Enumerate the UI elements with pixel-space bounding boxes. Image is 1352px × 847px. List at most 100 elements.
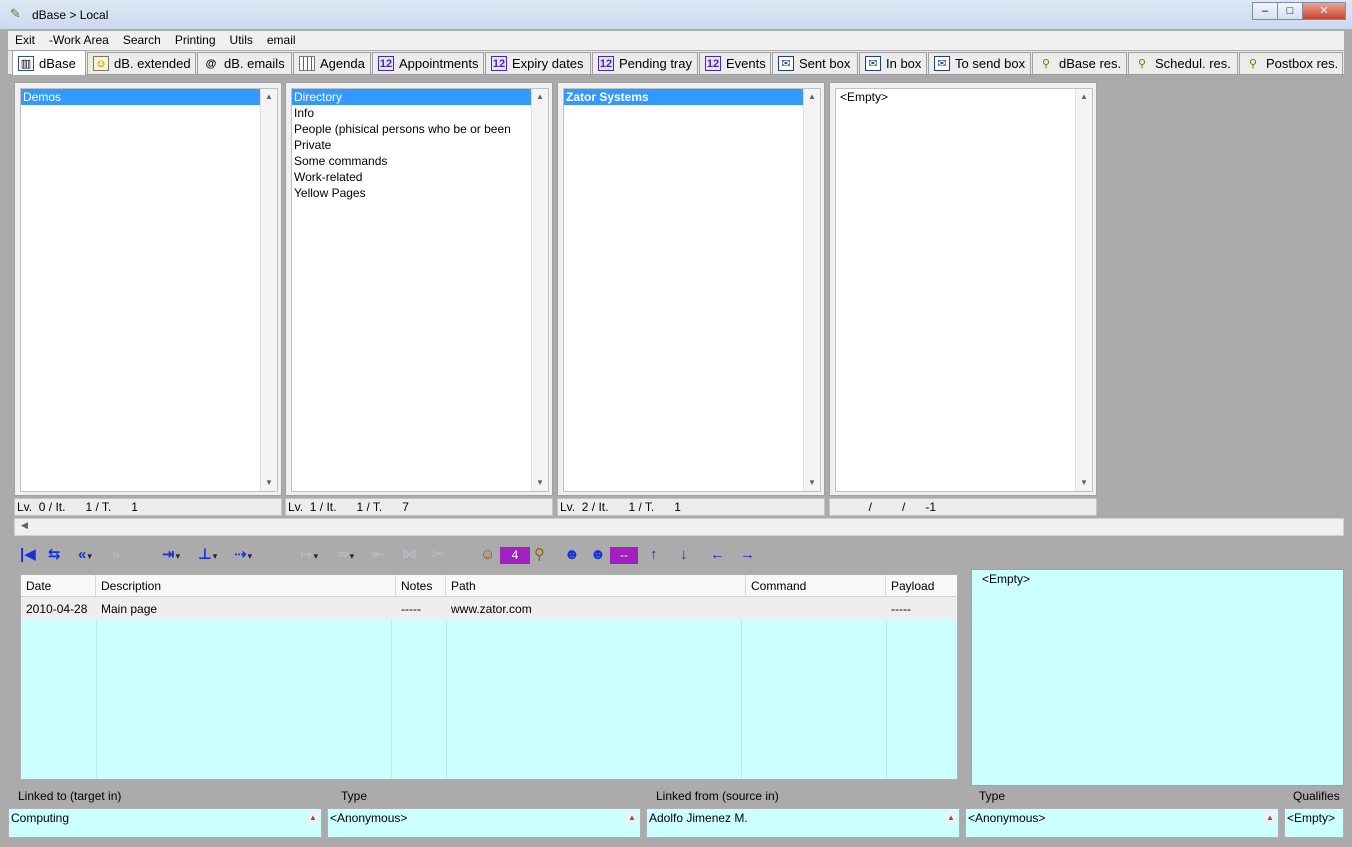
maximize-button[interactable]: □ bbox=[1277, 2, 1303, 20]
close-button[interactable]: ✕ bbox=[1302, 2, 1346, 20]
qualifies-label: Qualifies bbox=[1293, 789, 1340, 803]
arrow-up-icon[interactable]: ↑ bbox=[650, 546, 658, 564]
scroll-up-arrow-icon[interactable]: ▲ bbox=[261, 89, 277, 105]
scrollbar[interactable]: ▲ ▼ bbox=[803, 89, 820, 491]
column-header-description[interactable]: Description bbox=[96, 575, 396, 597]
table-cell-description: Main page bbox=[101, 602, 158, 616]
column-divider bbox=[96, 620, 97, 779]
list-item[interactable]: Directory bbox=[292, 89, 532, 105]
search-magnifier-icon: ⚲ bbox=[1041, 58, 1051, 70]
tab-db-emails[interactable]: @ dB. emails bbox=[197, 52, 292, 74]
scroll-up-arrow-icon[interactable]: ▲ bbox=[1264, 812, 1276, 824]
minimize-button[interactable]: – bbox=[1252, 2, 1278, 20]
qualifies-field[interactable]: <Empty> bbox=[1284, 808, 1344, 838]
menu-exit[interactable]: Exit bbox=[8, 31, 42, 50]
column-list-4[interactable]: <Empty> ▲ ▼ bbox=[835, 88, 1093, 492]
anchor-down-icon[interactable]: ⊥ bbox=[198, 546, 217, 564]
column-list-1[interactable]: Demos ▲ ▼ bbox=[20, 88, 278, 492]
link-out-icon[interactable]: ⇥ bbox=[162, 546, 180, 564]
memo-panel[interactable]: <Empty> bbox=[971, 569, 1344, 786]
user-down-icon[interactable]: ☻ bbox=[590, 546, 606, 564]
list-item[interactable]: Work-related bbox=[292, 169, 548, 185]
user-up-icon[interactable]: ☻ bbox=[564, 546, 580, 564]
scroll-down-arrow-icon[interactable]: ▼ bbox=[532, 475, 548, 491]
list-item[interactable]: Info bbox=[292, 105, 548, 121]
tab-db-extended[interactable]: ☺ dB. extended bbox=[87, 52, 196, 74]
arrow-left-icon[interactable]: ← bbox=[710, 546, 725, 564]
column-divider bbox=[446, 620, 447, 779]
tab-sent-box[interactable]: ✉ Sent box bbox=[772, 52, 858, 74]
menu-printing[interactable]: Printing bbox=[168, 31, 223, 50]
tab-expiry-dates[interactable]: 12 Expiry dates bbox=[485, 52, 591, 74]
tab-to-send-box[interactable]: ✉ To send box bbox=[928, 52, 1031, 74]
scroll-up-arrow-icon[interactable]: ▲ bbox=[307, 812, 319, 824]
branch-icon[interactable]: ⇏ bbox=[336, 546, 354, 564]
type-field-1[interactable]: <Anonymous> ▲ bbox=[327, 808, 641, 838]
links-table[interactable]: Date Description Notes Path Command Payl… bbox=[20, 574, 958, 780]
scroll-up-arrow-icon[interactable]: ▲ bbox=[1076, 89, 1092, 105]
swap-arrows-icon[interactable]: ⇆ bbox=[48, 546, 61, 564]
scroll-up-arrow-icon[interactable]: ▲ bbox=[945, 812, 957, 824]
tab-pending-tray[interactable]: 12 Pending tray bbox=[592, 52, 698, 74]
tab-postbox-res[interactable]: ⚲ Postbox res. bbox=[1239, 52, 1343, 74]
menu-work-area[interactable]: -Work Area bbox=[42, 31, 116, 50]
list-item[interactable]: Zator Systems bbox=[564, 89, 804, 105]
contact-card-icon[interactable]: ☺ bbox=[480, 546, 495, 564]
list-item[interactable]: Demos bbox=[21, 89, 261, 105]
menu-email[interactable]: email bbox=[260, 31, 303, 50]
scroll-left-arrow-icon[interactable]: ◀ bbox=[21, 520, 28, 531]
envelope-icon: ✉ bbox=[778, 56, 794, 71]
scroll-up-arrow-icon[interactable]: ▲ bbox=[804, 89, 820, 105]
list-item[interactable]: Yellow Pages bbox=[292, 185, 548, 201]
table-row[interactable]: 2010-04-28 Main page ----- www.zator.com… bbox=[21, 598, 957, 620]
first-record-icon[interactable]: |◀ bbox=[20, 546, 36, 564]
linked-from-field[interactable]: Adolfo Jimenez M. ▲ bbox=[646, 808, 960, 838]
tab-appointments[interactable]: 12 Appointments bbox=[372, 52, 484, 74]
linked-to-field[interactable]: Computing ▲ bbox=[8, 808, 322, 838]
scroll-up-arrow-icon[interactable]: ▲ bbox=[626, 812, 638, 824]
tab-agenda[interactable]: Agenda bbox=[293, 52, 371, 74]
horizontal-scrollbar[interactable]: ◀ bbox=[14, 518, 1344, 536]
link-in-icon[interactable]: ⇢ bbox=[234, 546, 252, 564]
menu-search[interactable]: Search bbox=[116, 31, 168, 50]
search-magnifier-icon: ⚲ bbox=[1248, 58, 1258, 70]
jump-to-icon[interactable]: ↦ bbox=[300, 546, 318, 564]
arrow-right-icon[interactable]: → bbox=[740, 546, 755, 564]
tab-in-box[interactable]: ✉ In box bbox=[859, 52, 927, 74]
scrollbar[interactable]: ▲ ▼ bbox=[531, 89, 548, 491]
scroll-down-arrow-icon[interactable]: ▼ bbox=[261, 475, 277, 491]
list-item[interactable]: People (phisical persons who be or been bbox=[292, 121, 548, 137]
column-status-2: Lv. 1 / It. 1 / T. 7 bbox=[285, 498, 553, 516]
collapse-icon[interactable]: ⇤ bbox=[372, 546, 385, 564]
calendar-12-icon: 12 bbox=[705, 56, 721, 71]
tools-icon[interactable]: ✂ bbox=[432, 546, 445, 564]
column-header-command[interactable]: Command bbox=[746, 575, 886, 597]
scroll-up-arrow-icon[interactable]: ▲ bbox=[532, 89, 548, 105]
tab-dbase[interactable]: ▥ dBase bbox=[12, 50, 86, 75]
tab-dbase-res[interactable]: ⚲ dBase res. bbox=[1032, 52, 1127, 74]
window-controls: – □ ✕ bbox=[1252, 2, 1346, 20]
forward-history-icon[interactable]: » bbox=[112, 546, 120, 564]
scroll-down-arrow-icon[interactable]: ▼ bbox=[804, 475, 820, 491]
bow-tie-icon[interactable]: ⋈ bbox=[402, 546, 417, 564]
column-header-payload[interactable]: Payload bbox=[886, 575, 957, 597]
scrollbar[interactable]: ▲ ▼ bbox=[260, 89, 277, 491]
tab-schedul-res[interactable]: ⚲ Schedul. res. bbox=[1128, 52, 1238, 74]
table-cell-notes: ----- bbox=[401, 602, 421, 616]
menu-utils[interactable]: Utils bbox=[223, 31, 260, 50]
column-header-path[interactable]: Path bbox=[446, 575, 746, 597]
list-item[interactable]: Some commands bbox=[292, 153, 548, 169]
search-magnifier-icon[interactable]: ⚲ bbox=[534, 546, 545, 564]
type-field-2[interactable]: <Anonymous> ▲ bbox=[965, 808, 1279, 838]
list-item[interactable]: Private bbox=[292, 137, 548, 153]
scrollbar[interactable]: ▲ ▼ bbox=[1075, 89, 1092, 491]
column-header-date[interactable]: Date bbox=[21, 575, 96, 597]
back-history-icon[interactable]: « bbox=[78, 546, 92, 564]
column-header-notes[interactable]: Notes bbox=[396, 575, 446, 597]
scroll-down-arrow-icon[interactable]: ▼ bbox=[1076, 475, 1092, 491]
column-list-3[interactable]: Zator Systems ▲ ▼ bbox=[563, 88, 821, 492]
arrow-down-icon[interactable]: ↓ bbox=[680, 546, 688, 564]
list-item[interactable]: <Empty> bbox=[836, 89, 1092, 105]
column-list-2[interactable]: Directory Info People (phisical persons … bbox=[291, 88, 549, 492]
tab-events[interactable]: 12 Events bbox=[699, 52, 771, 74]
